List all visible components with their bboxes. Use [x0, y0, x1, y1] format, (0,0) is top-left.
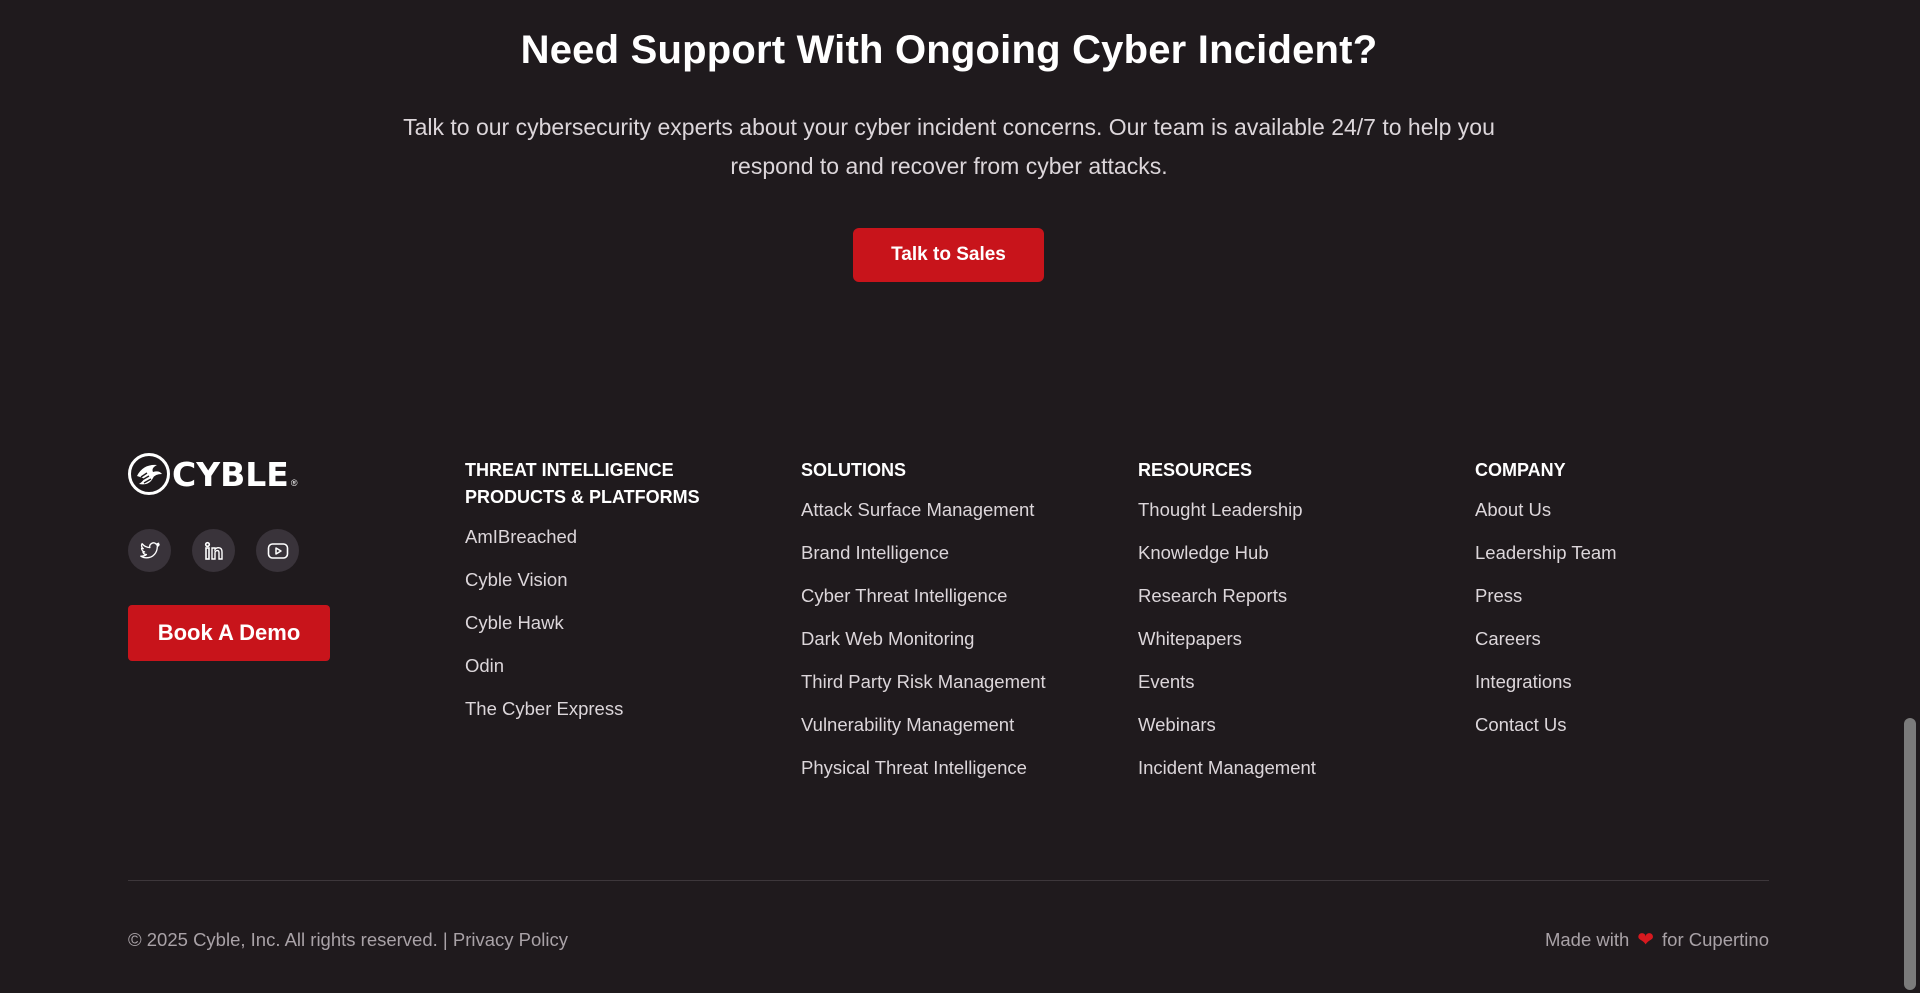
- footer-link[interactable]: About Us: [1475, 499, 1775, 521]
- heart-icon: ❤: [1637, 929, 1655, 951]
- footer-link[interactable]: Third Party Risk Management: [801, 671, 1101, 693]
- footer-link[interactable]: Physical Threat Intelligence: [801, 757, 1101, 779]
- footer-link[interactable]: Cyble Vision: [465, 569, 725, 591]
- youtube-icon: [267, 542, 288, 559]
- footer-column-resources: RESOURCES Thought Leadership Knowledge H…: [1138, 457, 1438, 800]
- footer-link[interactable]: Thought Leadership: [1138, 499, 1438, 521]
- scrollbar-thumb[interactable]: [1904, 718, 1916, 990]
- made-for-text: for Cupertino: [1662, 929, 1769, 950]
- footer-brand: CYBLE ®: [128, 453, 297, 495]
- column-title: COMPANY: [1475, 460, 1566, 480]
- footer-link[interactable]: Brand Intelligence: [801, 542, 1101, 564]
- footer-link[interactable]: Cyble Hawk: [465, 612, 725, 634]
- footer-link[interactable]: Incident Management: [1138, 757, 1438, 779]
- cta-description: Talk to our cybersecurity experts about …: [403, 114, 1495, 179]
- footer-link[interactable]: Whitepapers: [1138, 628, 1438, 650]
- footer-link[interactable]: Events: [1138, 671, 1438, 693]
- footer-link[interactable]: AmIBreached: [465, 526, 725, 548]
- talk-to-sales-button[interactable]: Talk to Sales: [853, 228, 1044, 282]
- book-demo-button[interactable]: Book A Demo: [128, 605, 330, 661]
- logo-wordmark: CYBLE: [172, 454, 289, 494]
- linkedin-icon: [204, 541, 223, 560]
- copyright-text: © 2025 Cyble, Inc. All rights reserved. …: [128, 929, 448, 950]
- footer-divider: [128, 880, 1769, 881]
- footer-link[interactable]: Careers: [1475, 628, 1775, 650]
- footer-column-solutions: SOLUTIONS Attack Surface Management Bran…: [801, 457, 1101, 800]
- footer-link[interactable]: Leadership Team: [1475, 542, 1775, 564]
- cyble-logo[interactable]: CYBLE ®: [128, 453, 297, 495]
- registered-mark: ®: [290, 478, 298, 488]
- column-title: THREAT INTELLIGENCE PRODUCTS & PLATFORMS: [465, 460, 700, 507]
- cyble-eagle-icon: [128, 453, 170, 495]
- footer-link[interactable]: Odin: [465, 655, 725, 677]
- copyright-bar: © 2025 Cyble, Inc. All rights reserved. …: [128, 929, 568, 951]
- social-links: [128, 529, 299, 572]
- page: Need Support With Ongoing Cyber Incident…: [0, 0, 1920, 993]
- footer-link[interactable]: Contact Us: [1475, 714, 1775, 736]
- linkedin-link[interactable]: [192, 529, 235, 572]
- made-with-text: Made with: [1544, 929, 1630, 950]
- footer-link[interactable]: Integrations: [1475, 671, 1775, 693]
- column-title: RESOURCES: [1138, 460, 1253, 480]
- twitter-link[interactable]: [128, 529, 171, 572]
- cta-title: Need Support With Ongoing Cyber Incident…: [520, 28, 1378, 72]
- footer-column-company: COMPANY About Us Leadership Team Press C…: [1475, 457, 1775, 757]
- footer-link[interactable]: Dark Web Monitoring: [801, 628, 1101, 650]
- footer-column-products: THREAT INTELLIGENCE PRODUCTS & PLATFORMS…: [465, 457, 725, 741]
- footer-link[interactable]: The Cyber Express: [465, 698, 725, 720]
- footer-link[interactable]: Press: [1475, 585, 1775, 607]
- twitter-icon: [139, 541, 160, 559]
- made-with-credit: Made with ❤ for Cupertino: [1545, 929, 1769, 951]
- scrollbar[interactable]: [1898, 0, 1920, 993]
- footer-link[interactable]: Vulnerability Management: [801, 714, 1101, 736]
- footer-link[interactable]: Attack Surface Management: [801, 499, 1101, 521]
- footer-link[interactable]: Cyber Threat Intelligence: [801, 585, 1101, 607]
- column-title: SOLUTIONS: [801, 460, 907, 480]
- footer-link[interactable]: Knowledge Hub: [1138, 542, 1438, 564]
- footer-link[interactable]: Webinars: [1138, 714, 1438, 736]
- privacy-policy-link[interactable]: Privacy Policy: [453, 929, 568, 950]
- footer-link[interactable]: Research Reports: [1138, 585, 1438, 607]
- youtube-link[interactable]: [256, 529, 299, 572]
